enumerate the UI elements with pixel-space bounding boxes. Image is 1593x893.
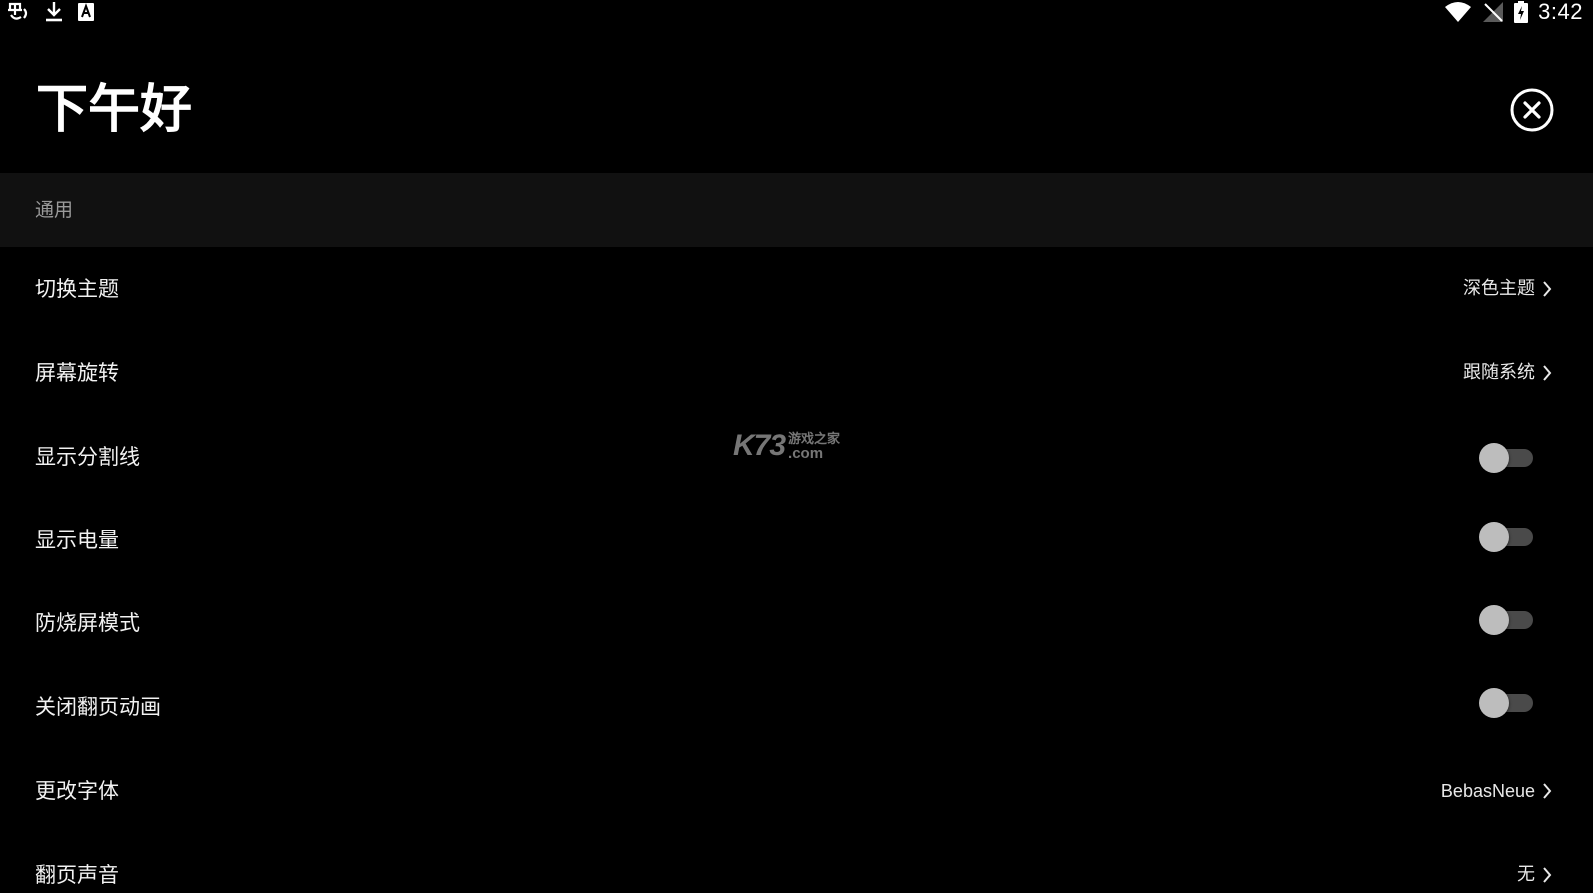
toggle-thumb <box>1479 688 1509 718</box>
setting-label: 翻页声音 <box>35 863 119 887</box>
setting-burn-in-protection: 防烧屏模式 <box>0 581 1593 665</box>
watermark-domain: .com <box>788 445 824 462</box>
setting-value: 深色主题 <box>1463 278 1535 299</box>
section-title: 通用 <box>35 199 74 221</box>
setting-change-font[interactable]: 更改字体 BebasNeue <box>0 749 1593 833</box>
watermark-logo: K73 游戏之家 .com <box>733 430 840 462</box>
battery-charging-icon <box>1514 1 1529 23</box>
toggle-burn-in-protection[interactable] <box>1479 605 1535 635</box>
chevron-right-icon <box>1543 783 1552 799</box>
toggle-thumb <box>1479 443 1509 473</box>
chevron-right-icon <box>1543 365 1552 381</box>
close-circle-icon <box>1510 88 1554 132</box>
setting-value: 跟随系统 <box>1463 362 1535 383</box>
setting-label: 关闭翻页动画 <box>35 695 161 719</box>
toggle-show-battery[interactable] <box>1479 522 1535 552</box>
setting-theme[interactable]: 切换主题 深色主题 <box>0 247 1593 331</box>
setting-label: 更改字体 <box>35 779 119 803</box>
toggle-thumb <box>1479 522 1509 552</box>
setting-value: 无 <box>1517 864 1535 885</box>
status-bar-right: 3:42 <box>1444 0 1583 24</box>
settings-screen: 3:42 下午好 通用 切换主题 深色主题 屏幕旋转 跟随系统 显示分割线 显示… <box>0 0 1593 893</box>
watermark-brand: K73 <box>733 429 786 462</box>
setting-page-sound[interactable]: 翻页声音 无 <box>0 833 1593 893</box>
download-icon <box>44 1 64 23</box>
page-title: 下午好 <box>36 80 193 140</box>
status-bar-left <box>6 0 96 24</box>
section-header-general: 通用 <box>0 173 1593 247</box>
setting-value: BebasNeue <box>1440 781 1535 801</box>
setting-disable-page-animation: 关闭翻页动画 <box>0 665 1593 749</box>
no-sim-icon <box>1482 1 1504 23</box>
settings-list: 切换主题 深色主题 屏幕旋转 跟随系统 显示分割线 显示电量 防烧屏模式 关闭翻… <box>0 247 1593 893</box>
status-bar: 3:42 <box>0 0 1593 24</box>
toggle-disable-page-animation[interactable] <box>1479 688 1535 718</box>
setting-label: 切换主题 <box>35 277 119 301</box>
chevron-right-icon <box>1543 281 1552 297</box>
setting-label: 屏幕旋转 <box>35 361 119 385</box>
setting-show-battery: 显示电量 <box>0 499 1593 581</box>
toggle-show-divider[interactable] <box>1479 443 1535 473</box>
watermark-side: 游戏之家 .com <box>788 432 840 461</box>
chevron-right-icon <box>1543 867 1552 883</box>
setting-label: 显示分割线 <box>35 445 140 469</box>
close-button[interactable] <box>1510 88 1554 132</box>
setting-label: 防烧屏模式 <box>35 611 140 635</box>
sync-app-icon <box>6 1 32 23</box>
wifi-icon <box>1444 1 1472 23</box>
setting-screen-rotation[interactable]: 屏幕旋转 跟随系统 <box>0 331 1593 415</box>
setting-label: 显示电量 <box>35 528 119 552</box>
status-time: 3:42 <box>1538 0 1583 24</box>
toggle-thumb <box>1479 605 1509 635</box>
keyboard-a-icon <box>76 1 96 23</box>
